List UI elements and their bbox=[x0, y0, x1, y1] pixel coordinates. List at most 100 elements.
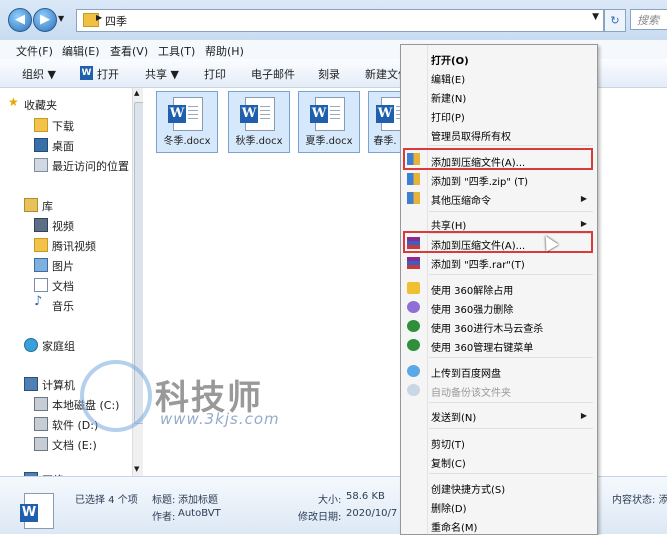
ctx-open[interactable]: 打开(O) bbox=[431, 52, 469, 67]
menu-separator bbox=[429, 473, 593, 474]
burn-button[interactable]: 刻录 bbox=[318, 66, 340, 82]
menu-separator bbox=[429, 274, 593, 275]
file-name: 冬季.docx bbox=[163, 136, 211, 147]
breadcrumb-separator-icon: ▶ bbox=[96, 13, 103, 22]
ctx-add-to-zip[interactable]: 添加到 "四季.zip" (T) bbox=[431, 173, 528, 188]
sidebar-item-drive-e[interactable]: 文档 (E:) bbox=[52, 437, 97, 453]
ctx-print[interactable]: 打印(P) bbox=[431, 109, 465, 124]
sidebar-item-tencent-video[interactable]: 腾讯视频 bbox=[52, 238, 96, 254]
baidu-cloud-icon bbox=[407, 384, 420, 396]
sidebar-item-library[interactable]: 库 bbox=[42, 198, 53, 214]
file-item[interactable]: W 冬季.docx bbox=[156, 91, 218, 153]
ctx-share[interactable]: 共享(H) bbox=[431, 217, 466, 232]
library-icon bbox=[24, 198, 38, 212]
sidebar-item-downloads[interactable]: 下载 bbox=[52, 118, 74, 134]
folder-icon bbox=[34, 238, 48, 252]
computer-icon bbox=[24, 377, 38, 391]
ctx-360-menu-manager[interactable]: 使用 360管理右键菜单 bbox=[431, 339, 533, 354]
sidebar-item-recent[interactable]: 最近访问的位置 bbox=[52, 158, 129, 174]
file-name: 春季. bbox=[373, 136, 397, 147]
sidebar-item-favorites[interactable]: 收藏夹 bbox=[24, 97, 57, 113]
ctx-delete[interactable]: 删除(D) bbox=[431, 500, 467, 515]
ctx-upload-baidu[interactable]: 上传到百度网盘 bbox=[431, 365, 501, 380]
file-item[interactable]: W 秋季.docx bbox=[228, 91, 290, 153]
ctx-other-compress[interactable]: 其他压缩命令 bbox=[431, 192, 491, 207]
breadcrumb-folder[interactable]: 四季 bbox=[105, 13, 127, 29]
sidebar-item-music[interactable]: 音乐 bbox=[52, 298, 74, 314]
size-label: 大小: bbox=[318, 495, 342, 506]
ctx-take-ownership[interactable]: 管理员取得所有权 bbox=[431, 128, 511, 143]
title-label: 标题: bbox=[152, 495, 176, 506]
author-value[interactable]: AutoBVT bbox=[178, 508, 221, 519]
refresh-button[interactable]: ↻ bbox=[604, 9, 626, 32]
ctx-edit[interactable]: 编辑(E) bbox=[431, 71, 465, 86]
modified-value: 2020/10/7 bbox=[346, 508, 398, 519]
winzip-icon bbox=[407, 173, 420, 185]
scroll-down-icon[interactable]: ▼ bbox=[134, 465, 139, 473]
menu-edit[interactable]: 编辑(E) bbox=[62, 43, 100, 59]
download-folder-icon bbox=[34, 118, 48, 132]
360-shield-icon bbox=[407, 320, 420, 332]
drive-c-icon bbox=[34, 397, 48, 411]
video-icon bbox=[34, 218, 48, 232]
refresh-icon: ↻ bbox=[610, 14, 620, 27]
menu-gutter bbox=[427, 45, 428, 534]
file-item[interactable]: W 夏季.docx bbox=[298, 91, 360, 153]
ctx-360-force-delete[interactable]: 使用 360强力删除 bbox=[431, 301, 513, 316]
ctx-create-shortcut[interactable]: 创建快捷方式(S) bbox=[431, 481, 505, 496]
word-document-icon: W bbox=[168, 97, 203, 131]
share-button[interactable]: 共享 ▼ bbox=[145, 66, 179, 82]
watermark-url: www.3kjs.com bbox=[160, 410, 280, 428]
author-label: 作者: bbox=[152, 512, 176, 523]
email-button[interactable]: 电子邮件 bbox=[251, 66, 295, 82]
ctx-add-to-zip-archive[interactable]: 添加到压缩文件(A)... bbox=[431, 154, 525, 169]
menu-separator bbox=[429, 402, 593, 403]
sidebar-item-pictures[interactable]: 图片 bbox=[52, 258, 74, 274]
menu-tools[interactable]: 工具(T) bbox=[158, 43, 195, 59]
print-button[interactable]: 打印 bbox=[204, 66, 226, 82]
menu-help[interactable]: 帮助(H) bbox=[205, 43, 244, 59]
back-button[interactable]: ◀ bbox=[8, 8, 32, 32]
address-dropdown-icon[interactable]: ▼ bbox=[592, 12, 599, 22]
sidebar-item-documents[interactable]: 文档 bbox=[52, 278, 74, 294]
forward-arrow-icon: ▶ bbox=[40, 12, 50, 27]
submenu-arrow-icon: ▶ bbox=[580, 219, 587, 228]
ctx-new[interactable]: 新建(N) bbox=[431, 90, 466, 105]
ctx-cut[interactable]: 剪切(T) bbox=[431, 436, 465, 451]
winrar-icon bbox=[407, 257, 420, 269]
file-name: 秋季.docx bbox=[235, 136, 283, 147]
ctx-rename[interactable]: 重命名(M) bbox=[431, 519, 477, 534]
modified-label: 修改日期: bbox=[298, 512, 342, 523]
search-input[interactable]: 搜索 bbox=[630, 9, 667, 30]
scroll-up-icon[interactable]: ▲ bbox=[134, 89, 139, 97]
ctx-copy[interactable]: 复制(C) bbox=[431, 455, 466, 470]
word-document-icon: W bbox=[240, 97, 275, 131]
recent-pages-dropdown[interactable]: ▼ bbox=[58, 14, 64, 23]
ctx-360-unlock[interactable]: 使用 360解除占用 bbox=[431, 282, 513, 297]
file-item[interactable]: W 春季. bbox=[368, 91, 402, 153]
sidebar-item-homegroup[interactable]: 家庭组 bbox=[42, 338, 75, 354]
desktop-icon bbox=[34, 138, 48, 152]
menu-file[interactable]: 文件(F) bbox=[16, 43, 53, 59]
ctx-auto-backup: 自动备份该文件夹 bbox=[431, 388, 511, 399]
sidebar-item-video[interactable]: 视频 bbox=[52, 218, 74, 234]
title-value[interactable]: 添加标题 bbox=[178, 491, 218, 506]
sidebar-item-computer[interactable]: 计算机 bbox=[42, 377, 75, 393]
lock-release-icon bbox=[407, 282, 420, 294]
open-button[interactable]: 打开 bbox=[97, 66, 119, 82]
menu-view[interactable]: 查看(V) bbox=[110, 43, 148, 59]
organize-button[interactable]: 组织 ▼ bbox=[22, 66, 56, 82]
drive-e-icon bbox=[34, 437, 48, 451]
shredder-icon bbox=[407, 301, 420, 313]
ctx-add-to-rar-archive[interactable]: 添加到压缩文件(A)... bbox=[431, 237, 525, 252]
ctx-add-to-rar[interactable]: 添加到 "四季.rar"(T) bbox=[431, 256, 525, 271]
ctx-360-trojan-scan[interactable]: 使用 360进行木马云查杀 bbox=[431, 320, 543, 335]
ctx-send-to[interactable]: 发送到(N) bbox=[431, 409, 476, 424]
content-status: 内容状态: 添 bbox=[612, 495, 667, 506]
sidebar-item-desktop[interactable]: 桌面 bbox=[52, 138, 74, 154]
context-menu: 打开(O) 编辑(E) 新建(N) 打印(P) 管理员取得所有权 添加到压缩文件… bbox=[400, 44, 598, 535]
selected-files-icon: W bbox=[20, 493, 54, 529]
forward-button[interactable]: ▶ bbox=[33, 8, 57, 32]
address-field[interactable]: ▶ 四季 ▼ bbox=[76, 9, 604, 32]
menu-separator bbox=[429, 145, 593, 146]
